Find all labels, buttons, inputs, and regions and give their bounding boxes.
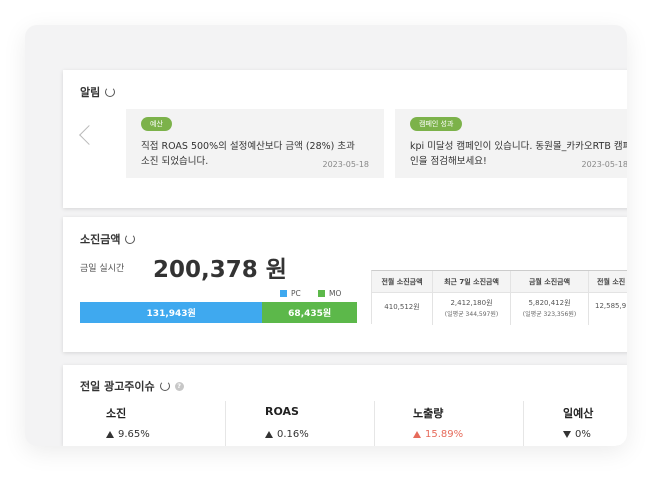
stats-header: 금월 소진금액 [511,271,588,293]
refresh-icon[interactable] [159,381,170,391]
stats-value: 5,820,412원 [528,299,571,307]
metric-daily-budget: 일예산 0% [563,405,594,440]
notice-item[interactable]: 캠페인 성과 kpi 미달성 캠페인이 있습니다. 동원몰_카카오RTB 캠페인… [395,109,627,178]
stats-col: 최근 7일 소진금액 2,412,180원 (일평균 344,597원) [433,271,511,325]
spend-title-wrap: 소진금액 [80,231,136,247]
adv-issue-card: 전일 광고주이슈 ? 소진 9.65% ROAS 0.16% 노출량 15.89 [63,365,627,446]
adv-title: 전일 광고주이슈 [80,380,155,393]
legend-swatch-mo [318,290,325,297]
metric-roas: ROAS 0.16% [265,405,309,440]
refresh-icon[interactable] [125,234,136,244]
metric-spend: 소진 9.65% [106,405,150,440]
stats-sub: (일평균 344,597원) [444,311,499,318]
metric-value-text: 15.89% [425,429,464,440]
arrow-up-icon [265,431,273,438]
metric-value: 9.65% [106,429,150,440]
metric-value-text: 0% [575,429,591,440]
divider [374,401,375,446]
legend-label-mo: MO [329,289,342,298]
stats-sub: (일평균 323,356원) [522,311,577,318]
metric-value-text: 0.16% [277,429,309,440]
notice-item[interactable]: 예산 직접 ROAS 500%의 설정예산보다 금액 (28%) 초과 소진 되… [126,109,384,178]
legend-mo: MO [318,289,341,298]
refresh-icon[interactable] [105,87,116,97]
notice-title: 알림 [80,86,101,99]
legend-label-pc: PC [291,289,301,298]
stats-header: 전월 소진 [589,271,627,293]
stats-value: 12,585,9 [595,302,627,310]
notice-date: 2023-05-18 [581,160,628,169]
bar-segment-pc: 131,943원 [80,302,263,323]
device-split-bar: 131,943원 68,435원 [80,302,357,323]
metric-impressions: 노출량 15.89% [413,405,463,440]
notice-title-wrap: 알림 [80,84,116,100]
stats-header: 전월 소진금액 [372,271,432,293]
chevron-left-icon[interactable] [79,125,99,145]
today-value: 200,378 원 [153,257,287,283]
metric-value: 0% [563,429,591,440]
arrow-down-icon [563,431,571,438]
stats-col: 전월 소진금액 410,512원 [372,271,433,325]
metric-name: 소진 [106,407,127,420]
spend-card: 소진금액 D 금일 실시간 200,378 원 PC MO 131,943원 6… [63,217,627,352]
adv-title-wrap: 전일 광고주이슈 ? [80,378,184,394]
legend-swatch-pc [280,290,287,297]
spend-stats-table: 전월 소진금액 410,512원 최근 7일 소진금액 2,412,180원 (… [371,270,627,325]
metric-value: 15.89% [413,429,463,440]
notice-card: 알림 D 예산 직접 ROAS 500%의 설정예산보다 금액 (28%) 초과… [63,70,627,208]
notice-badge: 캠페인 성과 [410,117,463,131]
stats-col: 전월 소진 12,585,9 [589,271,627,325]
arrow-up-icon [106,431,114,438]
divider [523,401,524,446]
stats-value: 410,512원 [384,303,420,311]
metric-value-text: 9.65% [118,429,150,440]
notice-date: 2023-05-18 [322,160,370,169]
metric-name: 일예산 [563,407,594,420]
dashboard-frame: 알림 D 예산 직접 ROAS 500%의 설정예산보다 금액 (28%) 초과… [25,25,627,446]
notice-badge: 예산 [141,117,172,131]
stats-col: 금월 소진금액 5,820,412원 (일평균 323,356원) [511,271,589,325]
stats-header: 최근 7일 소진금액 [433,271,510,293]
divider [225,401,226,446]
metric-name: 노출량 [413,407,444,420]
bar-segment-mo: 68,435원 [262,302,357,323]
today-label: 금일 실시간 [80,264,125,274]
help-icon[interactable]: ? [174,381,184,391]
metric-value: 0.16% [265,429,309,440]
spend-title: 소진금액 [80,233,121,246]
stats-value: 2,412,180원 [450,299,493,307]
metric-name: ROAS [265,405,299,418]
arrow-up-icon [413,431,421,438]
legend-pc: PC [280,289,301,298]
